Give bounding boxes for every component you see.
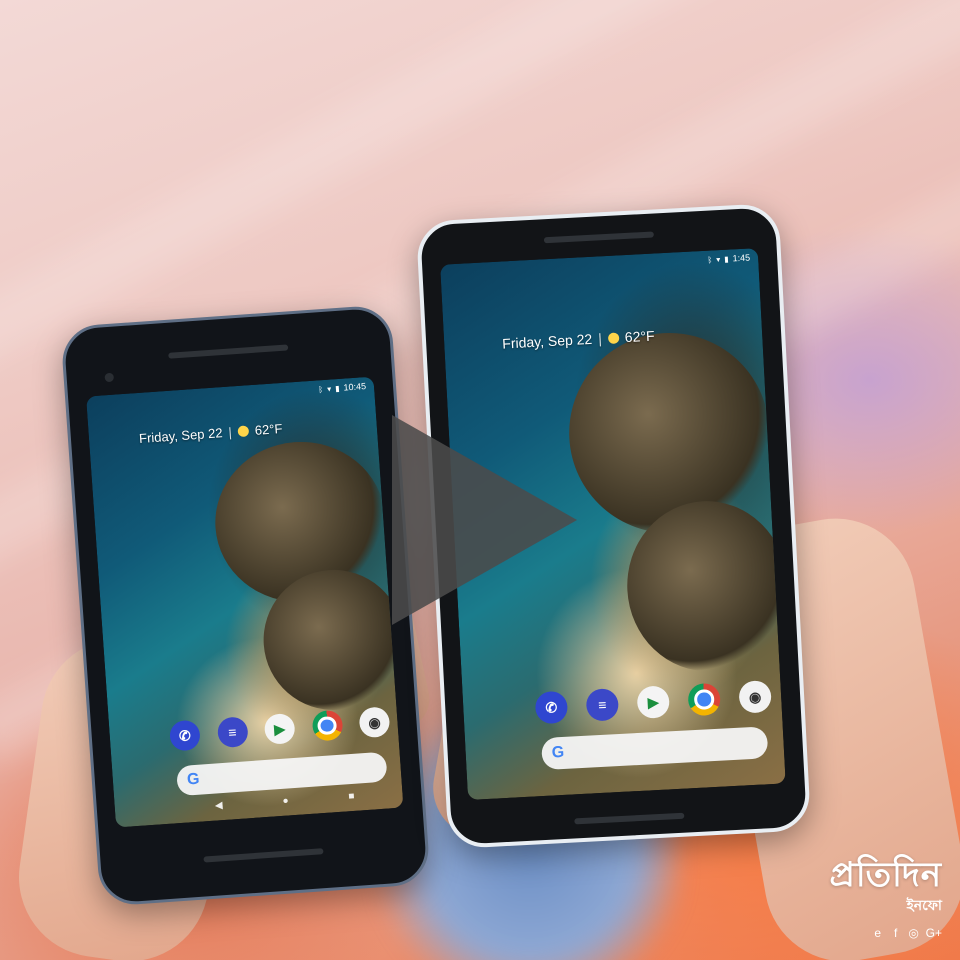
temperature: 62°F (254, 421, 283, 438)
bluetooth-icon: ᛒ (318, 384, 324, 394)
status-time: 1:45 (732, 252, 751, 264)
date-weather-widget[interactable]: Friday, Sep 22 | 62°F (139, 421, 283, 446)
play-store-icon[interactable]: ▶ (636, 685, 671, 719)
wifi-icon: ▾ (715, 254, 721, 264)
date-text: Friday, Sep 22 (138, 425, 224, 446)
brand-sub-text: ইনফো (906, 897, 942, 913)
phone-icon[interactable]: ✆ (534, 690, 569, 725)
battery-icon: ▮ (334, 383, 340, 393)
bottom-speaker (202, 848, 324, 863)
top-speaker (543, 231, 654, 244)
play-icon[interactable] (392, 415, 577, 625)
brand-logo: প্রতিদিন ইনফো e f ◎ G+ (830, 858, 943, 940)
app-dock: ✆ ≡ ▶ ◉ (534, 680, 772, 725)
bluetooth-icon: ᛒ (707, 254, 713, 265)
facebook-icon[interactable]: f (890, 926, 902, 940)
phone-icon[interactable]: ✆ (168, 719, 201, 752)
status-bar: ᛒ ▾ ▮ 10:45 (318, 381, 366, 394)
play-store-icon[interactable]: ▶ (263, 712, 296, 745)
google-icon: G (186, 770, 201, 789)
app-dock: ✆ ≡ ▶ ◉ (168, 706, 391, 752)
temperature: 62°F (624, 327, 655, 346)
phone-small: ᛒ ▾ ▮ 10:45 Friday, Sep 22 | 62°F ✆ ≡ ▶ … (60, 304, 431, 907)
top-speaker (167, 344, 288, 359)
photo-scene: ᛒ ▾ ▮ 10:45 Friday, Sep 22 | 62°F ✆ ≡ ▶ … (0, 0, 960, 960)
camera-icon[interactable]: ◉ (358, 706, 391, 739)
google-search-bar[interactable]: G (541, 726, 769, 771)
instagram-icon[interactable]: ◎ (908, 926, 920, 940)
messages-icon[interactable]: ≡ (585, 688, 620, 722)
recents-icon[interactable]: ■ (348, 791, 355, 802)
status-bar: ᛒ ▾ ▮ 1:45 (707, 252, 750, 264)
separator: | (597, 330, 603, 347)
front-camera (104, 372, 115, 383)
date-text: Friday, Sep 22 (501, 330, 593, 352)
battery-icon: ▮ (723, 254, 729, 264)
google-icon: G (551, 743, 565, 762)
google-search-bar[interactable]: G (176, 751, 388, 797)
wallpaper-rock (564, 327, 775, 539)
separator: | (227, 424, 233, 440)
chrome-icon[interactable] (311, 709, 344, 742)
social-icons: e f ◎ G+ (830, 926, 942, 940)
brand-logo-text: প্রতিদিন (829, 855, 942, 895)
camera-icon[interactable]: ◉ (738, 680, 772, 714)
google-plus-icon[interactable]: G+ (926, 926, 942, 940)
sun-icon (607, 331, 620, 344)
bottom-speaker (573, 812, 684, 825)
phone-screen: ᛒ ▾ ▮ 10:45 Friday, Sep 22 | 62°F ✆ ≡ ▶ … (86, 376, 404, 828)
home-icon[interactable]: ● (282, 795, 289, 806)
web-icon[interactable]: e (872, 926, 884, 940)
status-time: 10:45 (343, 381, 367, 393)
sun-icon (237, 425, 250, 438)
back-icon[interactable]: ◀ (215, 800, 223, 812)
wifi-icon: ▾ (326, 384, 332, 394)
chrome-icon[interactable] (687, 682, 722, 717)
messages-icon[interactable]: ≡ (216, 716, 249, 749)
